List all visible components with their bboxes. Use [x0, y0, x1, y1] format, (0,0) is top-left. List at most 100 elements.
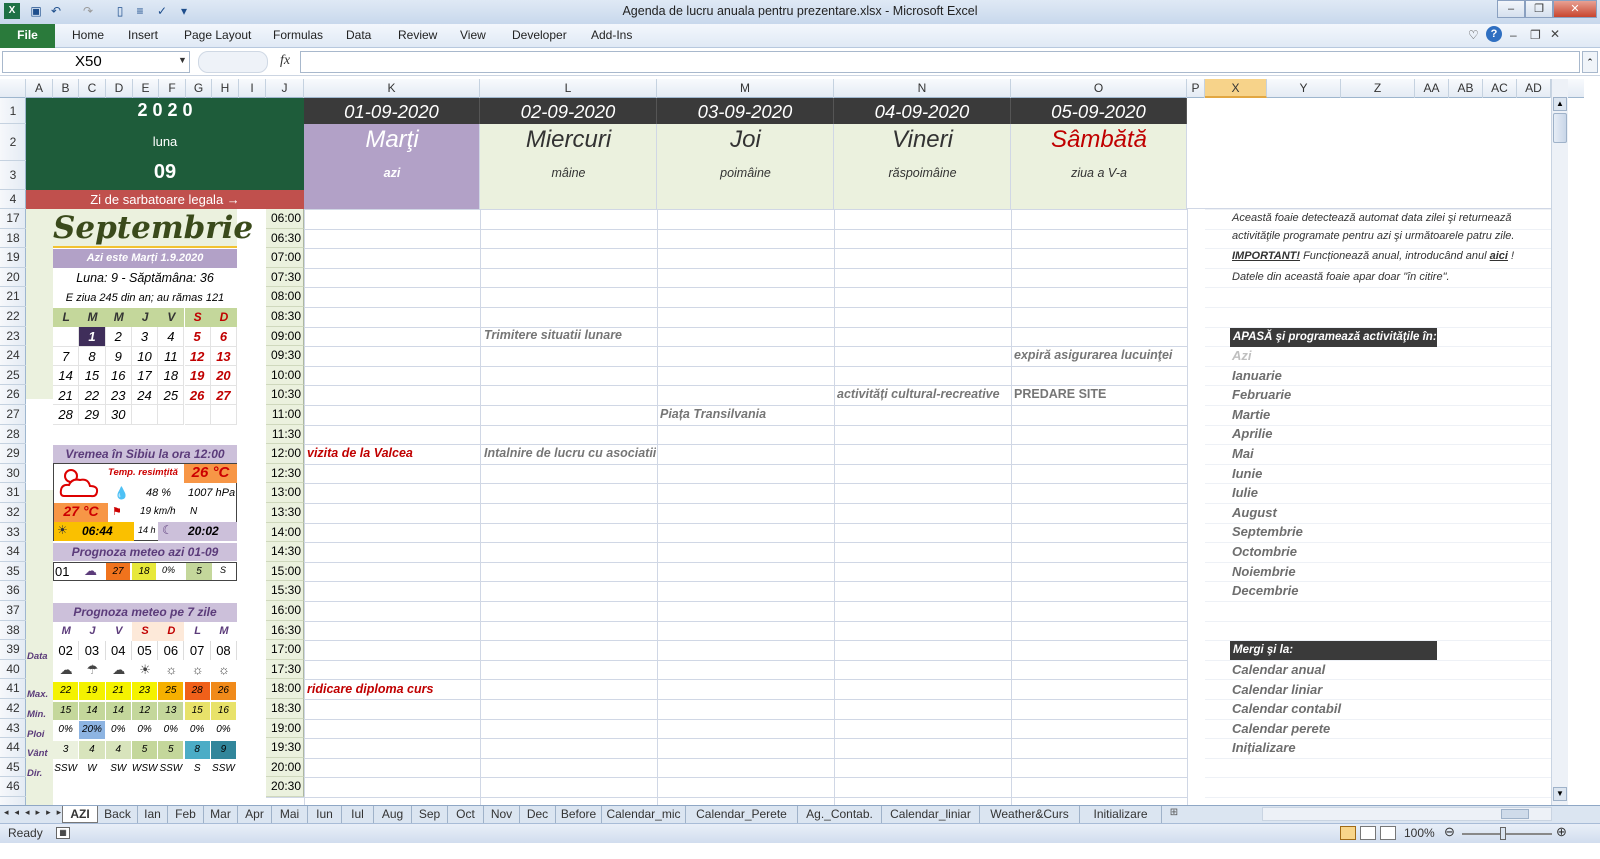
- row-header[interactable]: 46: [0, 777, 26, 797]
- sheet-tab[interactable]: Dec: [520, 806, 556, 823]
- row-header[interactable]: 41: [0, 679, 26, 699]
- row-header[interactable]: 23: [0, 327, 26, 347]
- insert-function-icon[interactable]: fx: [280, 53, 290, 69]
- calendar-day[interactable]: 15: [79, 366, 106, 386]
- sheet-tab[interactable]: Iul: [342, 806, 374, 823]
- tab-review[interactable]: Review: [398, 28, 437, 42]
- col-header-d[interactable]: D: [106, 79, 133, 98]
- row-header[interactable]: 43: [0, 719, 26, 739]
- horizontal-scrollbar[interactable]: [1262, 807, 1552, 821]
- tab-view[interactable]: View: [460, 28, 486, 42]
- row-header[interactable]: 45: [0, 758, 26, 778]
- minimize-button[interactable]: –: [1497, 0, 1525, 18]
- col-header-k[interactable]: K: [304, 79, 480, 98]
- month-link[interactable]: Noiembrie: [1232, 564, 1296, 579]
- calendar-day[interactable]: 26: [184, 385, 211, 406]
- month-link[interactable]: August: [1232, 505, 1277, 520]
- zoom-level[interactable]: 100%: [1404, 826, 1435, 840]
- row-header[interactable]: 42: [0, 699, 26, 719]
- calendar-day[interactable]: 1: [79, 327, 106, 347]
- zoom-slider-thumb[interactable]: [1500, 827, 1506, 840]
- tab-home[interactable]: Home: [72, 28, 104, 42]
- row-header[interactable]: 28: [0, 425, 26, 445]
- row-header[interactable]: 29: [0, 444, 26, 464]
- tab-page-layout[interactable]: Page Layout: [184, 28, 251, 42]
- calendar-day[interactable]: [184, 405, 211, 425]
- help-icon[interactable]: ?: [1486, 26, 1502, 42]
- row-header[interactable]: 3: [0, 161, 26, 190]
- calendar-day[interactable]: 20: [210, 366, 238, 386]
- goto-link[interactable]: Calendar contabil: [1232, 701, 1341, 716]
- event-trimitere-situatii[interactable]: Trimitere situatii lunare: [484, 328, 622, 342]
- sheet-tab[interactable]: Ian: [138, 806, 168, 823]
- calendar-day[interactable]: 14: [53, 366, 80, 386]
- select-all-button[interactable]: [0, 79, 26, 98]
- col-header-a[interactable]: A: [26, 79, 53, 98]
- sheet-tab[interactable]: Back: [98, 806, 138, 823]
- minimize-ribbon-icon[interactable]: ♡: [1468, 28, 1479, 42]
- row-header[interactable]: 17: [0, 209, 26, 229]
- formula-input[interactable]: [300, 51, 1580, 73]
- calendar-day[interactable]: 4: [158, 327, 185, 347]
- row-header[interactable]: 32: [0, 503, 26, 523]
- sheet-tab[interactable]: Calendar_mic: [602, 806, 686, 823]
- row-header[interactable]: 33: [0, 523, 26, 543]
- row-header[interactable]: 21: [0, 287, 26, 307]
- col-header-y[interactable]: Y: [1267, 79, 1341, 98]
- calendar-day[interactable]: 22: [79, 385, 106, 406]
- col-header-ac[interactable]: AC: [1483, 79, 1517, 98]
- row-header[interactable]: 20: [0, 268, 26, 288]
- calendar-day[interactable]: 12: [184, 346, 211, 367]
- macro-record-icon[interactable]: ▦: [56, 827, 70, 839]
- calendar-day[interactable]: 27: [210, 385, 238, 406]
- row-header[interactable]: 36: [0, 581, 26, 601]
- calendar-day[interactable]: 23: [105, 385, 132, 406]
- month-link[interactable]: Ianuarie: [1232, 368, 1282, 383]
- calendar-day[interactable]: 29: [79, 405, 106, 425]
- col-header-z[interactable]: Z: [1341, 79, 1415, 98]
- sheet-tab[interactable]: Before: [556, 806, 602, 823]
- calendar-day[interactable]: 28: [53, 405, 80, 425]
- calendar-day[interactable]: 25: [158, 385, 185, 406]
- row-header[interactable]: 30: [0, 464, 26, 484]
- sheet-tab[interactable]: AZI: [62, 806, 98, 823]
- tab-data[interactable]: Data: [346, 28, 371, 42]
- calendar-day[interactable]: 5: [184, 327, 211, 347]
- calendar-day[interactable]: 3: [131, 327, 159, 347]
- vertical-scrollbar[interactable]: ▲ ▼: [1551, 79, 1568, 805]
- col-header-f[interactable]: F: [159, 79, 186, 98]
- wb-close-icon[interactable]: ✕: [1550, 27, 1560, 41]
- holiday-link[interactable]: Zi de sarbatoare legala →: [26, 190, 304, 209]
- event-activitati-culturale[interactable]: activități cultural-recreative: [837, 387, 1000, 401]
- calendar-day[interactable]: 11: [158, 346, 185, 367]
- col-header-e[interactable]: E: [133, 79, 159, 98]
- row-header[interactable]: 38: [0, 621, 26, 641]
- tab-add-ins[interactable]: Add-Ins: [591, 28, 632, 42]
- tab-formulas[interactable]: Formulas: [273, 28, 323, 42]
- row-header[interactable]: 44: [0, 738, 26, 758]
- month-link[interactable]: Martie: [1232, 407, 1270, 422]
- event-vizita-valcea[interactable]: vizita de la Valcea: [307, 446, 413, 460]
- sheet-tab[interactable]: Sep: [412, 806, 448, 823]
- month-link[interactable]: Iunie: [1232, 466, 1262, 481]
- insert-sheet-icon[interactable]: ⊞: [1166, 807, 1182, 821]
- close-button[interactable]: ✕: [1553, 0, 1597, 18]
- calendar-day[interactable]: 6: [210, 327, 238, 347]
- calendar-day[interactable]: [131, 405, 159, 425]
- calendar-day[interactable]: 30: [105, 405, 132, 425]
- col-header-ad[interactable]: AD: [1517, 79, 1551, 98]
- row-header[interactable]: 24: [0, 346, 26, 366]
- expand-formula-icon[interactable]: ⌃: [1582, 51, 1598, 73]
- scroll-up-icon[interactable]: ▲: [1553, 97, 1567, 111]
- month-link[interactable]: Septembrie: [1232, 524, 1303, 539]
- row-header[interactable]: 25: [0, 366, 26, 386]
- calendar-day[interactable]: 17: [131, 366, 159, 386]
- restore-button[interactable]: ❐: [1525, 0, 1553, 18]
- col-header-g[interactable]: G: [186, 79, 212, 98]
- calendar-day[interactable]: [158, 405, 185, 425]
- row-header[interactable]: 39: [0, 640, 26, 660]
- row-header[interactable]: 34: [0, 542, 26, 562]
- month-link[interactable]: Iulie: [1232, 485, 1258, 500]
- col-header-x[interactable]: X: [1205, 79, 1267, 98]
- goto-link[interactable]: Calendar liniar: [1232, 682, 1322, 697]
